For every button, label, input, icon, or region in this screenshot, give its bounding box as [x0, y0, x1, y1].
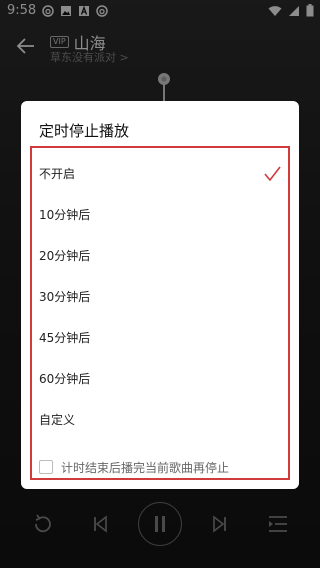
option-30-min[interactable]: 30分钟后	[30, 276, 288, 317]
option-off[interactable]: 不开启	[30, 153, 288, 194]
option-custom[interactable]: 自定义	[30, 399, 288, 440]
option-20-min[interactable]: 20分钟后	[30, 235, 288, 276]
option-label: 60分钟后	[39, 372, 91, 386]
finish-song-label: 计时结束后播完当前歌曲再停止	[61, 460, 230, 475]
option-label: 10分钟后	[39, 208, 91, 222]
option-label: 20分钟后	[39, 249, 91, 263]
option-label: 不开启	[39, 167, 76, 181]
option-label: 自定义	[39, 413, 76, 427]
option-60-min[interactable]: 60分钟后	[30, 358, 288, 399]
option-label: 30分钟后	[39, 290, 91, 304]
dialog-title: 定时停止播放	[39, 122, 130, 140]
finish-song-checkbox[interactable]	[39, 460, 53, 474]
option-45-min[interactable]: 45分钟后	[30, 317, 288, 358]
finish-song-option[interactable]: 计时结束后播完当前歌曲再停止	[30, 454, 288, 480]
option-label: 45分钟后	[39, 331, 91, 345]
option-10-min[interactable]: 10分钟后	[30, 194, 288, 235]
checkmark-icon	[264, 166, 281, 182]
sleep-timer-dialog: 定时停止播放 不开启 10分钟后 20分钟后 30分钟后 45分钟后 60分钟后…	[21, 101, 299, 489]
